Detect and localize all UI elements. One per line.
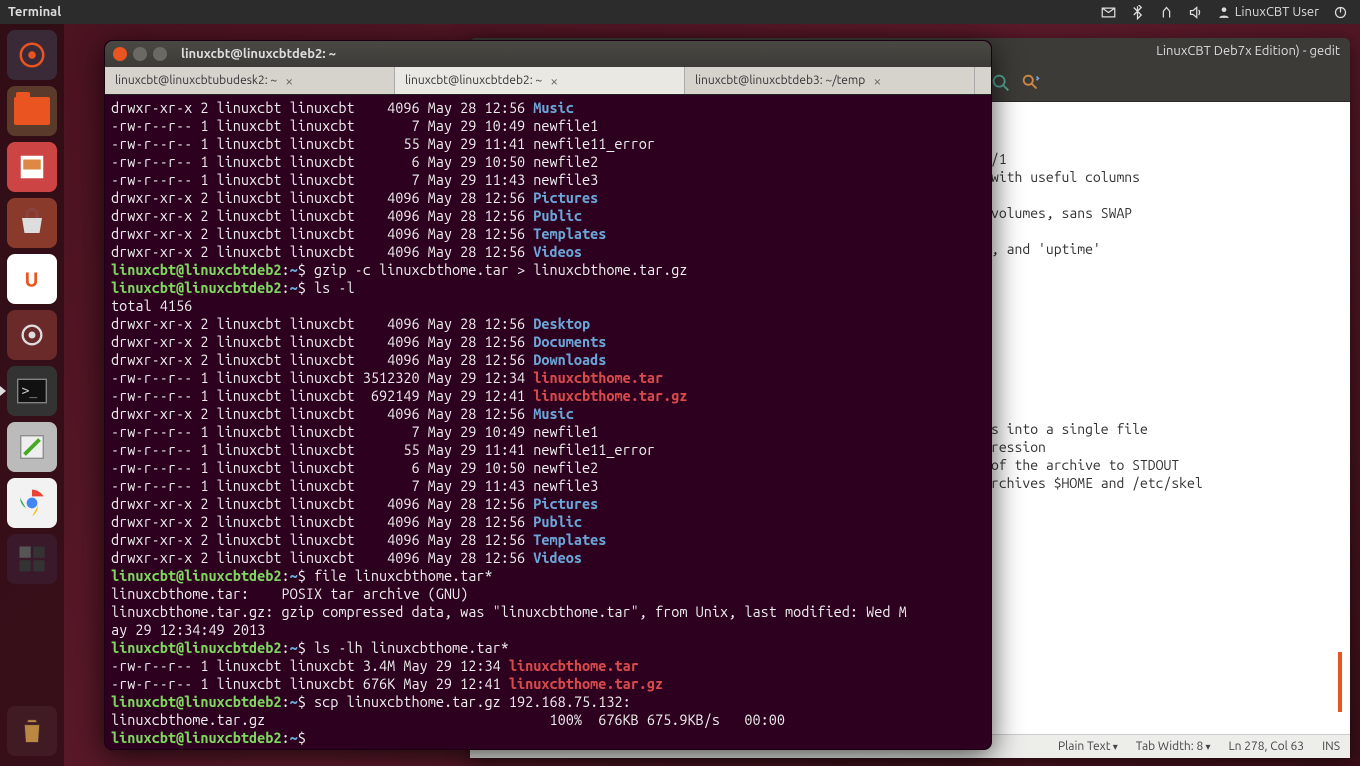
tab-close-icon[interactable]: × bbox=[873, 73, 881, 89]
tab-close-icon[interactable]: × bbox=[550, 73, 558, 89]
software-center-icon[interactable] bbox=[7, 198, 57, 248]
dash-icon[interactable] bbox=[7, 30, 57, 80]
terminal-titlebar[interactable]: linuxcbt@linuxcbtdeb2: ~ bbox=[105, 41, 991, 67]
terminal-line: drwxr-xr-x 2 linuxcbt linuxcbt 4096 May … bbox=[111, 99, 985, 117]
terminal-line: -rw-r--r-- 1 linuxcbt linuxcbt 6 May 29 … bbox=[111, 459, 985, 477]
window-minimize-button[interactable] bbox=[133, 47, 147, 61]
terminal-line: drwxr-xr-x 2 linuxcbt linuxcbt 4096 May … bbox=[111, 243, 985, 261]
active-app-label: Terminal bbox=[0, 5, 61, 19]
files-icon[interactable] bbox=[7, 86, 57, 136]
terminal-tab-2[interactable]: linuxcbt@linuxcbtdeb3: ~/temp × bbox=[685, 67, 975, 94]
gedit-icon[interactable] bbox=[7, 422, 57, 472]
svg-text:>_: >_ bbox=[22, 384, 38, 399]
impress-icon[interactable] bbox=[7, 142, 57, 192]
network-icon[interactable] bbox=[1159, 5, 1174, 20]
terminal-tab-1[interactable]: linuxcbt@linuxcbtdeb2: ~ × bbox=[395, 67, 685, 94]
terminal-line: drwxr-xr-x 2 linuxcbt linuxcbt 4096 May … bbox=[111, 495, 985, 513]
terminal-line: total 4156 bbox=[111, 297, 985, 315]
terminal-line: linuxcbthome.tar.gz 100% 676KB 675.9KB/s… bbox=[111, 711, 985, 729]
terminal-line: -rw-r--r-- 1 linuxcbt linuxcbt 676K May … bbox=[111, 675, 985, 693]
terminal-line: ay 29 12:34:49 2013 bbox=[111, 621, 985, 639]
ubuntu-one-icon[interactable]: U bbox=[7, 254, 57, 304]
volume-icon[interactable] bbox=[1188, 5, 1203, 20]
mail-icon[interactable] bbox=[1101, 5, 1116, 20]
gedit-title-text: LinuxCBT Deb7x Edition) - gedit bbox=[1156, 44, 1340, 58]
terminal-window[interactable]: linuxcbt@linuxcbtdeb2: ~ linuxcbt@linuxc… bbox=[104, 40, 992, 750]
unity-launcher: U >_ bbox=[0, 24, 64, 766]
user-menu[interactable]: LinuxCBT User bbox=[1217, 5, 1319, 19]
terminal-line: linuxcbt@linuxcbtdeb2:~$ ls -lh linuxcbt… bbox=[111, 639, 985, 657]
terminal-line: linuxcbthome.tar.gz: gzip compressed dat… bbox=[111, 603, 985, 621]
chrome-icon[interactable] bbox=[7, 478, 57, 528]
terminal-output[interactable]: drwxr-xr-x 2 linuxcbt linuxcbt 4096 May … bbox=[105, 95, 991, 749]
terminal-line: drwxr-xr-x 2 linuxcbt linuxcbt 4096 May … bbox=[111, 405, 985, 423]
terminal-line: drwxr-xr-x 2 linuxcbt linuxcbt 4096 May … bbox=[111, 351, 985, 369]
find-replace-icon[interactable] bbox=[1020, 72, 1042, 94]
terminal-line: linuxcbt@linuxcbtdeb2:~$ ls -l bbox=[111, 279, 985, 297]
terminal-line: drwxr-xr-x 2 linuxcbt linuxcbt 4096 May … bbox=[111, 225, 985, 243]
terminal-line: -rw-r--r-- 1 linuxcbt linuxcbt 7 May 29 … bbox=[111, 171, 985, 189]
settings-icon[interactable] bbox=[7, 310, 57, 360]
terminal-line: -rw-r--r-- 1 linuxcbt linuxcbt 3.4M May … bbox=[111, 657, 985, 675]
gedit-cursor-pos: Ln 278, Col 63 bbox=[1229, 740, 1305, 753]
terminal-line: linuxcbt@linuxcbtdeb2:~$ scp linuxcbthom… bbox=[111, 693, 985, 711]
tab-close-icon[interactable]: × bbox=[285, 73, 293, 89]
terminal-icon[interactable]: >_ bbox=[7, 366, 57, 416]
bluetooth-icon[interactable] bbox=[1130, 5, 1145, 20]
terminal-line: -rw-r--r-- 1 linuxcbt linuxcbt 692149 Ma… bbox=[111, 387, 985, 405]
terminal-line: drwxr-xr-x 2 linuxcbt linuxcbt 4096 May … bbox=[111, 207, 985, 225]
terminal-tab-label: linuxcbt@linuxcbtdeb2: ~ bbox=[405, 74, 542, 87]
user-label: LinuxCBT User bbox=[1235, 5, 1319, 19]
terminal-title-text: linuxcbt@linuxcbtdeb2: ~ bbox=[181, 47, 336, 61]
search-icon[interactable] bbox=[990, 72, 1012, 94]
terminal-line: drwxr-xr-x 2 linuxcbt linuxcbt 4096 May … bbox=[111, 549, 985, 567]
gedit-tab-width[interactable]: Tab Width: 8 bbox=[1136, 740, 1211, 753]
terminal-line: linuxcbt@linuxcbtdeb2:~$ bbox=[111, 729, 985, 747]
gedit-insert-mode: INS bbox=[1322, 740, 1340, 753]
window-maximize-button[interactable] bbox=[153, 47, 167, 61]
terminal-line: -rw-r--r-- 1 linuxcbt linuxcbt 7 May 29 … bbox=[111, 477, 985, 495]
top-panel: Terminal LinuxCBT User bbox=[0, 0, 1360, 24]
terminal-line: linuxcbt@linuxcbtdeb2:~$ gzip -c linuxcb… bbox=[111, 261, 985, 279]
terminal-line: drwxr-xr-x 2 linuxcbt linuxcbt 4096 May … bbox=[111, 531, 985, 549]
terminal-line: drwxr-xr-x 2 linuxcbt linuxcbt 4096 May … bbox=[111, 189, 985, 207]
terminal-line: drwxr-xr-x 2 linuxcbt linuxcbt 4096 May … bbox=[111, 315, 985, 333]
terminal-line: -rw-r--r-- 1 linuxcbt linuxcbt 7 May 29 … bbox=[111, 423, 985, 441]
terminal-line: drwxr-xr-x 2 linuxcbt linuxcbt 4096 May … bbox=[111, 333, 985, 351]
terminal-line: -rw-r--r-- 1 linuxcbt linuxcbt 7 May 29 … bbox=[111, 117, 985, 135]
terminal-tab-label: linuxcbt@linuxcbtdeb3: ~/temp bbox=[695, 74, 865, 87]
system-tray: LinuxCBT User bbox=[1101, 5, 1360, 20]
terminal-tab-0[interactable]: linuxcbt@linuxcbtubudesk2: ~ × bbox=[105, 67, 395, 94]
gedit-overview-marker bbox=[1338, 652, 1342, 712]
terminal-tabbar: linuxcbt@linuxcbtubudesk2: ~×linuxcbt@li… bbox=[105, 67, 991, 95]
workspace-icon[interactable] bbox=[7, 534, 57, 584]
terminal-line: -rw-r--r-- 1 linuxcbt linuxcbt 55 May 29… bbox=[111, 441, 985, 459]
terminal-line: linuxcbt@linuxcbtdeb2:~$ file linuxcbtho… bbox=[111, 567, 985, 585]
terminal-line: -rw-r--r-- 1 linuxcbt linuxcbt 6 May 29 … bbox=[111, 153, 985, 171]
terminal-line: -rw-r--r-- 1 linuxcbt linuxcbt 55 May 29… bbox=[111, 135, 985, 153]
trash-icon[interactable] bbox=[7, 706, 57, 756]
window-close-button[interactable] bbox=[113, 47, 127, 61]
terminal-line: -rw-r--r-- 1 linuxcbt linuxcbt 3512320 M… bbox=[111, 369, 985, 387]
terminal-line: drwxr-xr-x 2 linuxcbt linuxcbt 4096 May … bbox=[111, 513, 985, 531]
terminal-tab-label: linuxcbt@linuxcbtubudesk2: ~ bbox=[115, 74, 277, 87]
svg-text:U: U bbox=[25, 268, 39, 291]
gedit-syntax-mode[interactable]: Plain Text bbox=[1058, 740, 1118, 753]
terminal-line: linuxcbthome.tar: POSIX tar archive (GNU… bbox=[111, 585, 985, 603]
power-icon[interactable] bbox=[1333, 5, 1348, 20]
